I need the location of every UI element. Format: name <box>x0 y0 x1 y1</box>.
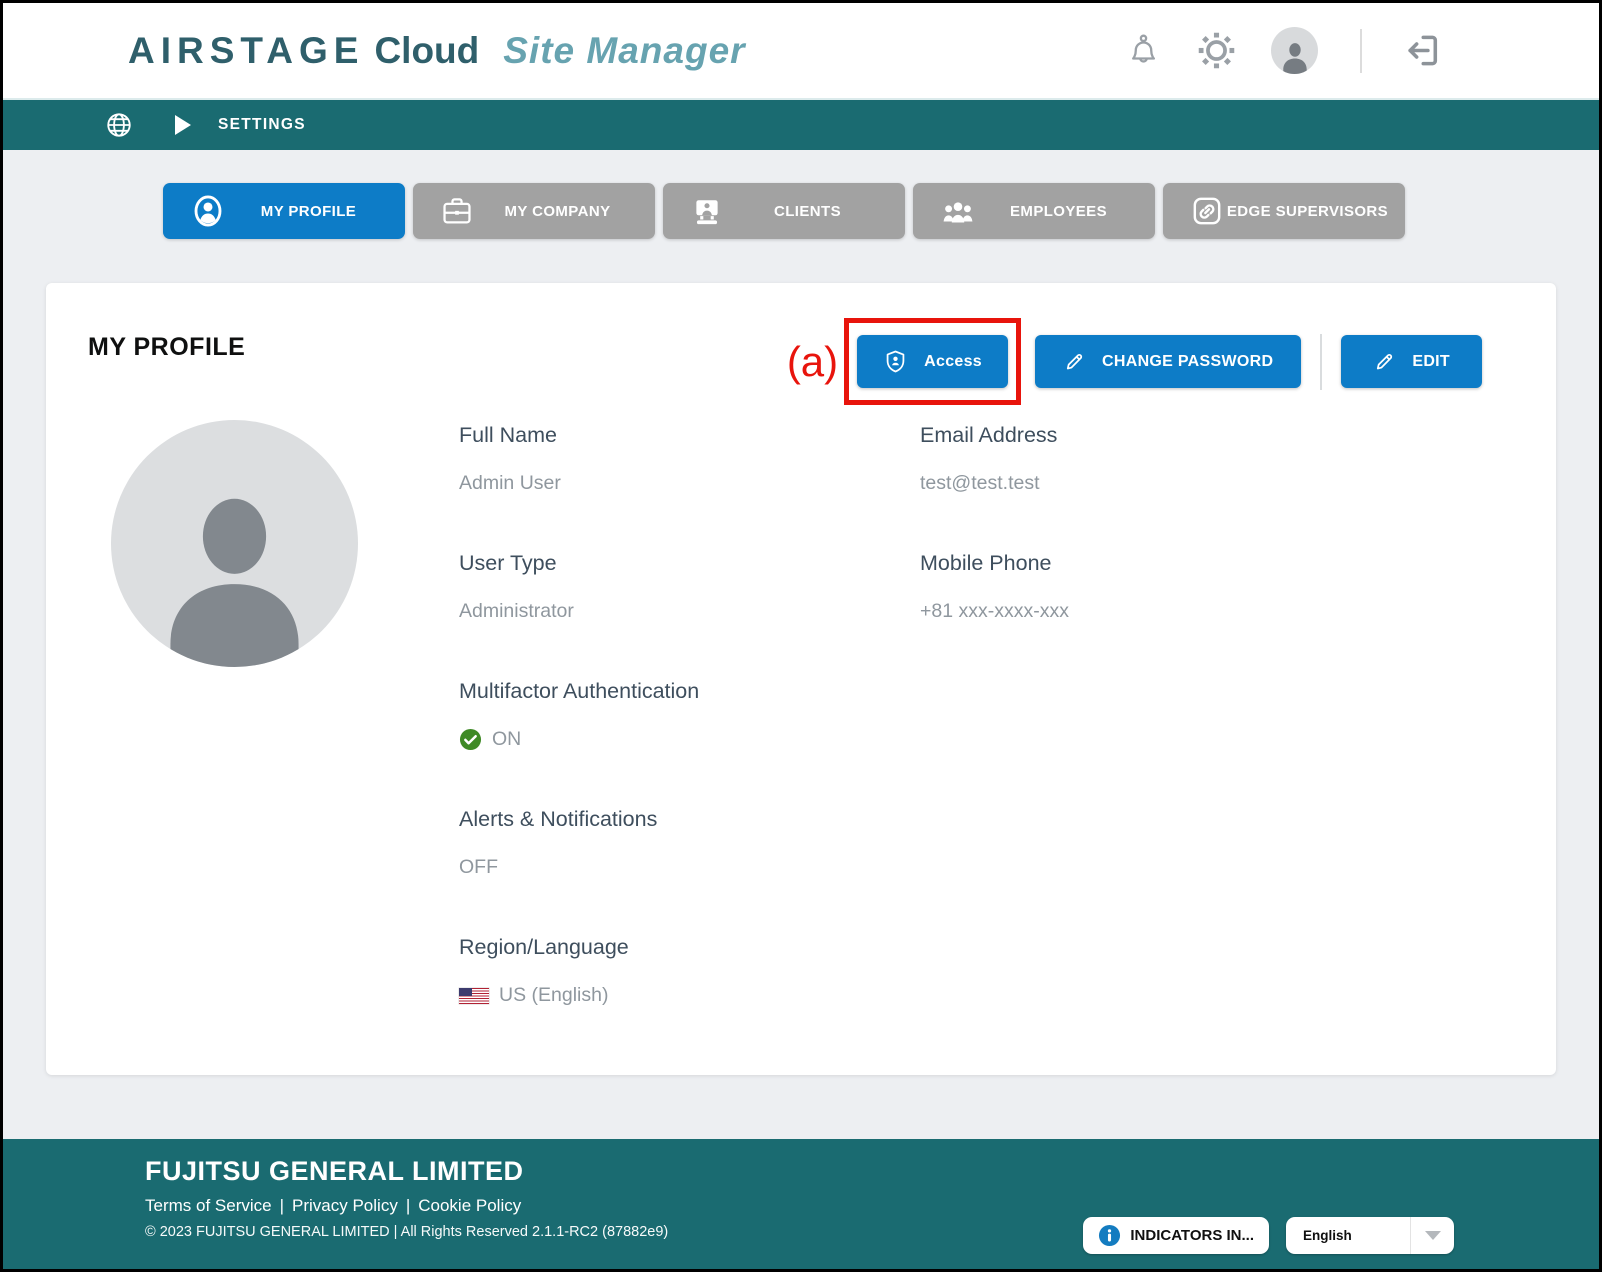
field-full-name: Full Name Admin User <box>459 423 919 495</box>
tab-label: EDGE SUPERVISORS <box>1224 203 1391 220</box>
page-footer: FUJITSU GENERAL LIMITED Terms of Service… <box>3 1139 1599 1269</box>
mfa-status: ON <box>492 728 521 751</box>
logo-brand: AIRSTAGE <box>128 30 364 72</box>
app-logo: AIRSTAGE Cloud Site Manager <box>128 30 746 72</box>
us-flag-icon <box>459 988 489 1004</box>
region-language-value: US (English) <box>499 984 608 1007</box>
link-separator: | <box>406 1196 410 1216</box>
field-mobile-phone: Mobile Phone +81 xxx-xxxx-xxx <box>920 551 1380 623</box>
edit-button[interactable]: EDIT <box>1341 335 1482 388</box>
annotation-a-label: (a) <box>787 341 838 383</box>
tab-edge-supervisors[interactable]: EDGE SUPERVISORS <box>1163 183 1405 239</box>
link-separator: | <box>280 1196 284 1216</box>
indicators-info-button[interactable]: INDICATORS IN... <box>1083 1217 1269 1254</box>
change-password-label: CHANGE PASSWORD <box>1102 353 1273 371</box>
play-triangle-icon <box>175 115 191 135</box>
tab-clients[interactable]: CLIENTS <box>663 183 905 239</box>
language-dropdown[interactable]: English <box>1286 1217 1454 1254</box>
site-manager-page: AIRSTAGE Cloud Site Manager <box>0 0 1602 1272</box>
page-title: MY PROFILE <box>88 333 245 362</box>
info-circle-icon <box>1098 1224 1121 1247</box>
tab-bar: MY PROFILE MY COMPANY <box>163 150 1599 239</box>
breadcrumb-settings: SETTINGS <box>218 116 306 134</box>
terms-of-service-link[interactable]: Terms of Service <box>145 1196 272 1216</box>
field-region-language: Region/Language US (English) <box>459 935 919 1007</box>
section-navbar: SETTINGS <box>3 100 1599 150</box>
actions-divider <box>1320 334 1322 390</box>
pencil-icon <box>1373 350 1396 373</box>
cookie-policy-link[interactable]: Cookie Policy <box>418 1196 521 1216</box>
bell-icon[interactable] <box>1125 32 1162 69</box>
link-square-icon <box>1190 194 1224 228</box>
header-divider <box>1360 29 1362 73</box>
profile-actions: (a) Access <box>787 318 1482 405</box>
tab-label: MY PROFILE <box>226 203 391 220</box>
access-button[interactable]: Access <box>857 335 1008 388</box>
footer-company-name: FUJITSU GENERAL LIMITED <box>145 1156 1599 1187</box>
tab-employees[interactable]: EMPLOYEES <box>913 183 1155 239</box>
tab-my-company[interactable]: MY COMPANY <box>413 183 655 239</box>
profile-fields-left: Full Name Admin User User Type Administr… <box>459 423 919 1063</box>
shield-person-icon <box>883 349 908 374</box>
logo-app-name: Site Manager <box>503 30 745 72</box>
tab-my-profile[interactable]: MY PROFILE <box>163 183 405 239</box>
page-body: MY PROFILE MY COMPANY <box>3 150 1599 1139</box>
access-button-label: Access <box>924 353 982 371</box>
profile-fields-right: Email Address test@test.test Mobile Phon… <box>920 423 1380 679</box>
privacy-policy-link[interactable]: Privacy Policy <box>292 1196 398 1216</box>
chevron-down-icon <box>1425 1231 1441 1240</box>
check-circle-icon <box>459 728 482 751</box>
header-icon-group <box>1125 27 1441 74</box>
footer-right-controls: INDICATORS IN... English <box>1083 1217 1454 1254</box>
globe-icon[interactable] <box>105 111 133 139</box>
dropdown-caret-area[interactable] <box>1410 1217 1454 1254</box>
field-email-address: Email Address test@test.test <box>920 423 1380 495</box>
my-profile-card: MY PROFILE (a) Access <box>46 283 1556 1075</box>
gear-icon[interactable] <box>1196 30 1237 71</box>
field-alerts-notifications: Alerts & Notifications OFF <box>459 807 919 879</box>
briefcase-icon <box>440 194 474 228</box>
logo-product: Cloud <box>374 30 479 72</box>
tab-label: MY COMPANY <box>474 203 641 220</box>
field-multifactor-authentication: Multifactor Authentication ON <box>459 679 919 751</box>
people-icon <box>940 196 976 226</box>
user-avatar-icon[interactable] <box>1271 27 1318 74</box>
edit-button-label: EDIT <box>1412 353 1450 371</box>
profile-photo-placeholder <box>111 420 358 667</box>
id-badge-icon <box>690 194 724 228</box>
language-selected-value: English <box>1286 1228 1410 1243</box>
logout-icon[interactable] <box>1404 32 1441 69</box>
field-user-type: User Type Administrator <box>459 551 919 623</box>
annotation-highlight-box: Access <box>844 318 1021 405</box>
indicators-button-label: INDICATORS IN... <box>1130 1227 1254 1244</box>
tab-label: EMPLOYEES <box>976 203 1141 220</box>
pencil-icon <box>1063 350 1086 373</box>
footer-links: Terms of Service | Privacy Policy | Cook… <box>145 1196 1599 1216</box>
top-header: AIRSTAGE Cloud Site Manager <box>3 3 1599 100</box>
tab-label: CLIENTS <box>724 203 891 220</box>
person-oval-icon <box>190 193 226 229</box>
change-password-button[interactable]: CHANGE PASSWORD <box>1035 335 1301 388</box>
